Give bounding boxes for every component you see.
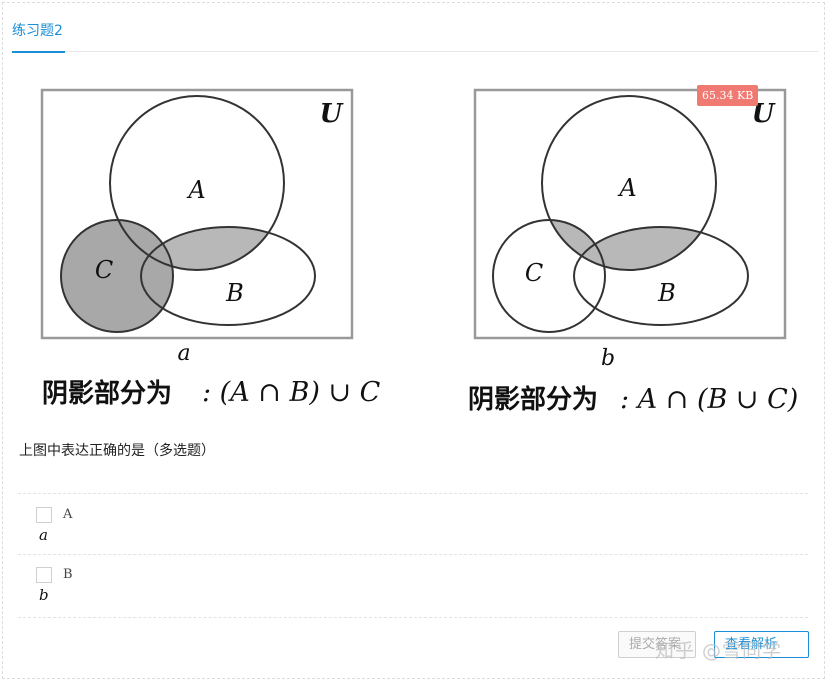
formula-prefix-b: 阴影部分为	[468, 385, 598, 415]
formula-prefix-a: 阴影部分为	[42, 379, 172, 409]
diagram-b: U A B C b 阴影部分为 : A ∩ (B ∪ C)	[468, 88, 798, 415]
formula-a: : (A ∩ B) ∪ C	[202, 377, 381, 408]
divider	[18, 617, 808, 618]
label-c-diagram-b: C	[525, 259, 543, 287]
universe-rect-b	[473, 88, 787, 340]
label-b-diagram-b: B	[657, 279, 676, 307]
label-a-diagram-a: A	[186, 176, 205, 204]
label-b-diagram-a: B	[225, 279, 244, 307]
image-size-badge: 65.34 KB	[697, 85, 759, 106]
caption-diagram-a: a	[177, 341, 190, 366]
caption-diagram-b: b	[601, 346, 615, 371]
label-a-diagram-b: A	[617, 174, 636, 202]
venn-diagrams: U A B C a 阴影部分为 : (A ∩ B) ∪ C U A B C b …	[40, 88, 798, 415]
option-a-value: a	[39, 526, 48, 544]
submit-answer-button[interactable]: 提交答案	[618, 631, 696, 658]
divider	[18, 554, 808, 555]
view-answer-button[interactable]: 查看解析	[714, 631, 809, 658]
divider	[18, 493, 808, 494]
venn-figure: U A B C a 阴影部分为 : (A ∩ B) ∪ C U A B C b …	[0, 0, 829, 430]
option-b-letter: B	[63, 567, 73, 582]
question-text: 上图中表达正确的是（多选题）	[19, 443, 215, 459]
diagram-a: U A B C a 阴影部分为 : (A ∩ B) ∪ C	[40, 88, 381, 409]
circle-c-diagram-b	[492, 219, 606, 333]
formula-b: : A ∩ (B ∪ C)	[620, 384, 798, 415]
option-b-value: b	[39, 586, 49, 604]
option-b-checkbox[interactable]	[36, 567, 52, 583]
universe-label-a: U	[320, 99, 344, 129]
label-c-diagram-a: C	[95, 256, 113, 284]
option-a-letter: A	[63, 507, 73, 522]
option-a-checkbox[interactable]	[36, 507, 52, 523]
